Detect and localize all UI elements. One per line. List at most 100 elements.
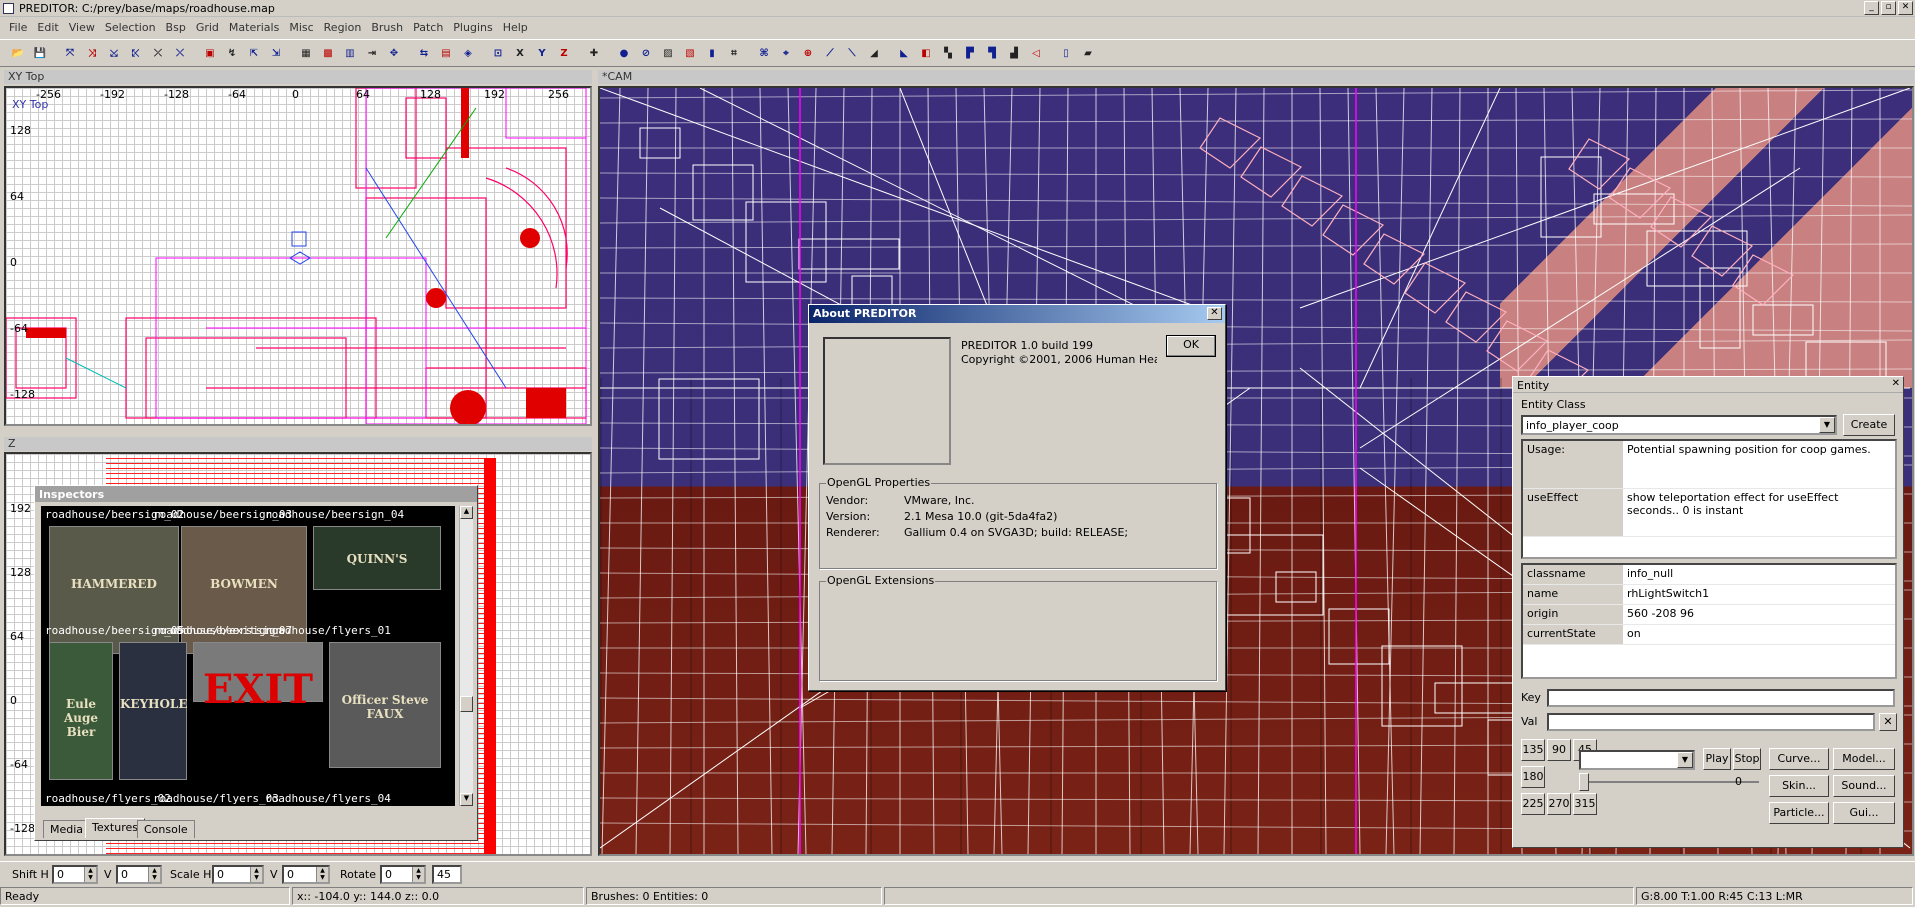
angle-180-button[interactable]: 180 — [1521, 766, 1545, 788]
toolbar-button-17-icon[interactable]: ⇆ — [414, 43, 434, 63]
menu-region[interactable]: Region — [319, 18, 367, 38]
particle-button[interactable]: Particle... — [1769, 802, 1829, 824]
animation-slider[interactable] — [1579, 781, 1759, 783]
skin-button[interactable]: Skin... — [1769, 775, 1829, 797]
toolbar-button-15-icon[interactable]: ⇥ — [362, 43, 382, 63]
toolbar-button-32-icon[interactable]: ⌖ — [776, 43, 796, 63]
toolbar-button-22-icon[interactable]: Y — [532, 43, 552, 63]
menu-edit[interactable]: Edit — [32, 18, 63, 38]
key-input[interactable] — [1547, 689, 1895, 707]
toolbar-button-8-icon[interactable]: ▣ — [200, 43, 220, 63]
spinner-arrows-icon[interactable]: ▲ ▼ — [250, 867, 262, 882]
toolbar-button-34-icon[interactable]: ⟋ — [820, 43, 840, 63]
delete-key-button[interactable]: ✕ — [1879, 713, 1897, 731]
property-row[interactable]: origin 560 -208 96 — [1523, 605, 1895, 625]
angle-90-button[interactable]: 90 — [1547, 739, 1571, 761]
shift-h-spinner[interactable]: 0 ▲ ▼ — [52, 865, 98, 884]
scroll-up-arrow[interactable]: ▲ — [460, 506, 473, 519]
texture-browser[interactable]: HAMMERED BOWMEN QUINN'S Eule Auge Bier KEYHO… — [41, 506, 455, 806]
create-button[interactable]: Create — [1843, 414, 1895, 436]
about-close-button[interactable]: ✕ — [1207, 307, 1222, 320]
sound-button[interactable]: Sound... — [1833, 775, 1895, 797]
tab-console[interactable]: Console — [137, 820, 195, 838]
menu-brush[interactable]: Brush — [366, 18, 408, 38]
toolbar-button-33-icon[interactable]: ⊕ — [798, 43, 818, 63]
animation-select[interactable]: ▼ — [1579, 750, 1695, 770]
angle-270-button[interactable]: 270 — [1547, 793, 1571, 815]
toolbar-button-21-icon[interactable]: X — [510, 43, 530, 63]
toolbar-button-1-icon[interactable]: 💾 — [30, 43, 50, 63]
toolbar-button-6-icon[interactable]: ⤫ — [148, 43, 168, 63]
toolbar-button-0-icon[interactable]: 📂 — [8, 43, 28, 63]
texture-thumbnail[interactable]: EXIT — [193, 642, 323, 713]
ok-button[interactable]: OK — [1166, 335, 1216, 357]
toolbar-button-31-icon[interactable]: ⌘ — [754, 43, 774, 63]
menu-misc[interactable]: Misc — [284, 18, 318, 38]
tab-media[interactable]: Media — [43, 820, 91, 838]
toolbar-button-16-icon[interactable]: ✥ — [384, 43, 404, 63]
menu-materials[interactable]: Materials — [224, 18, 284, 38]
spinner-arrows-icon[interactable]: ▲ ▼ — [316, 867, 328, 882]
scroll-down-arrow[interactable]: ▼ — [460, 793, 473, 806]
chevron-down-icon[interactable]: ▼ — [1677, 752, 1693, 768]
texture-scrollbar[interactable]: ▲ ▼ — [459, 506, 473, 806]
chevron-down-icon[interactable]: ▼ — [1819, 417, 1835, 433]
menu-bsp[interactable]: Bsp — [161, 18, 191, 38]
menu-selection[interactable]: Selection — [100, 18, 161, 38]
rotate-step-input[interactable]: 45 — [432, 865, 462, 884]
maximize-button[interactable]: ▫ — [1881, 1, 1896, 15]
toolbar-button-18-icon[interactable]: ▤ — [436, 43, 456, 63]
xy-view[interactable]: XY Top -256 -192 -128 -64 0 64 128 192 256 128 64 0… — [4, 86, 592, 426]
entity-close-icon[interactable]: ✕ — [1892, 378, 1900, 389]
toolbar-button-3-icon[interactable]: ⤨ — [82, 43, 102, 63]
menu-view[interactable]: View — [64, 18, 100, 38]
toolbar-button-26-icon[interactable]: ⊘ — [636, 43, 656, 63]
toolbar-button-37-icon[interactable]: ◣ — [894, 43, 914, 63]
toolbar-button-10-icon[interactable]: ⇱ — [244, 43, 264, 63]
spinner-arrows-icon[interactable]: ▲ ▼ — [412, 867, 424, 882]
spinner-arrows-icon[interactable]: ▲ ▼ — [148, 867, 160, 882]
entity-properties-table[interactable]: classname info_null name rhLightSwitch1 orig… — [1521, 563, 1897, 679]
toolbar-button-39-icon[interactable]: ▚ — [938, 43, 958, 63]
toolbar-button-40-icon[interactable]: ▛ — [960, 43, 980, 63]
menu-file[interactable]: File — [4, 18, 32, 38]
toolbar-button-24-icon[interactable]: ✚ — [584, 43, 604, 63]
toolbar-button-44-icon[interactable]: ▯ — [1056, 43, 1076, 63]
angle-135-button[interactable]: 135 — [1521, 739, 1545, 761]
toolbar-button-27-icon[interactable]: ▨ — [658, 43, 678, 63]
spinner-arrows-icon[interactable]: ▲ ▼ — [84, 867, 96, 882]
toolbar-button-23-icon[interactable]: Z — [554, 43, 574, 63]
menu-help[interactable]: Help — [498, 18, 533, 38]
model-button[interactable]: Model... — [1833, 748, 1895, 770]
gui-button[interactable]: Gui... — [1833, 802, 1895, 824]
stop-button[interactable]: Stop — [1733, 748, 1761, 770]
toolbar-button-12-icon[interactable]: ▦ — [296, 43, 316, 63]
toolbar-button-45-icon[interactable]: ▰ — [1078, 43, 1098, 63]
toolbar-button-7-icon[interactable]: ⤬ — [170, 43, 190, 63]
val-input[interactable] — [1547, 713, 1875, 731]
menu-patch[interactable]: Patch — [408, 18, 448, 38]
minimize-button[interactable]: _ — [1864, 1, 1879, 15]
texture-thumbnail[interactable]: KEYHOLE — [119, 642, 188, 780]
toolbar-button-4-icon[interactable]: ⤩ — [104, 43, 124, 63]
toolbar-button-35-icon[interactable]: ⟍ — [842, 43, 862, 63]
play-button[interactable]: Play — [1703, 748, 1731, 770]
toolbar-button-41-icon[interactable]: ▜ — [982, 43, 1002, 63]
property-row[interactable]: name rhLightSwitch1 — [1523, 585, 1895, 605]
toolbar-button-36-icon[interactable]: ◢ — [864, 43, 884, 63]
toolbar-button-14-icon[interactable]: ▥ — [340, 43, 360, 63]
toolbar-button-43-icon[interactable]: ◁ — [1026, 43, 1046, 63]
toolbar-button-11-icon[interactable]: ⇲ — [266, 43, 286, 63]
toolbar-button-20-icon[interactable]: ⊡ — [488, 43, 508, 63]
angle-225-button[interactable]: 225 — [1521, 793, 1545, 815]
scroll-thumb[interactable] — [460, 696, 473, 712]
toolbar-button-28-icon[interactable]: ▧ — [680, 43, 700, 63]
toolbar-button-13-icon[interactable]: ▩ — [318, 43, 338, 63]
toolbar-button-38-icon[interactable]: ◧ — [916, 43, 936, 63]
toolbar-button-9-icon[interactable]: ↯ — [222, 43, 242, 63]
property-row[interactable]: currentState on — [1523, 625, 1895, 645]
toolbar-button-19-icon[interactable]: ◈ — [458, 43, 478, 63]
toolbar-button-5-icon[interactable]: ⤪ — [126, 43, 146, 63]
scale-h-spinner[interactable]: 0 ▲ ▼ — [212, 865, 264, 884]
toolbar-button-30-icon[interactable]: ⌗ — [724, 43, 744, 63]
